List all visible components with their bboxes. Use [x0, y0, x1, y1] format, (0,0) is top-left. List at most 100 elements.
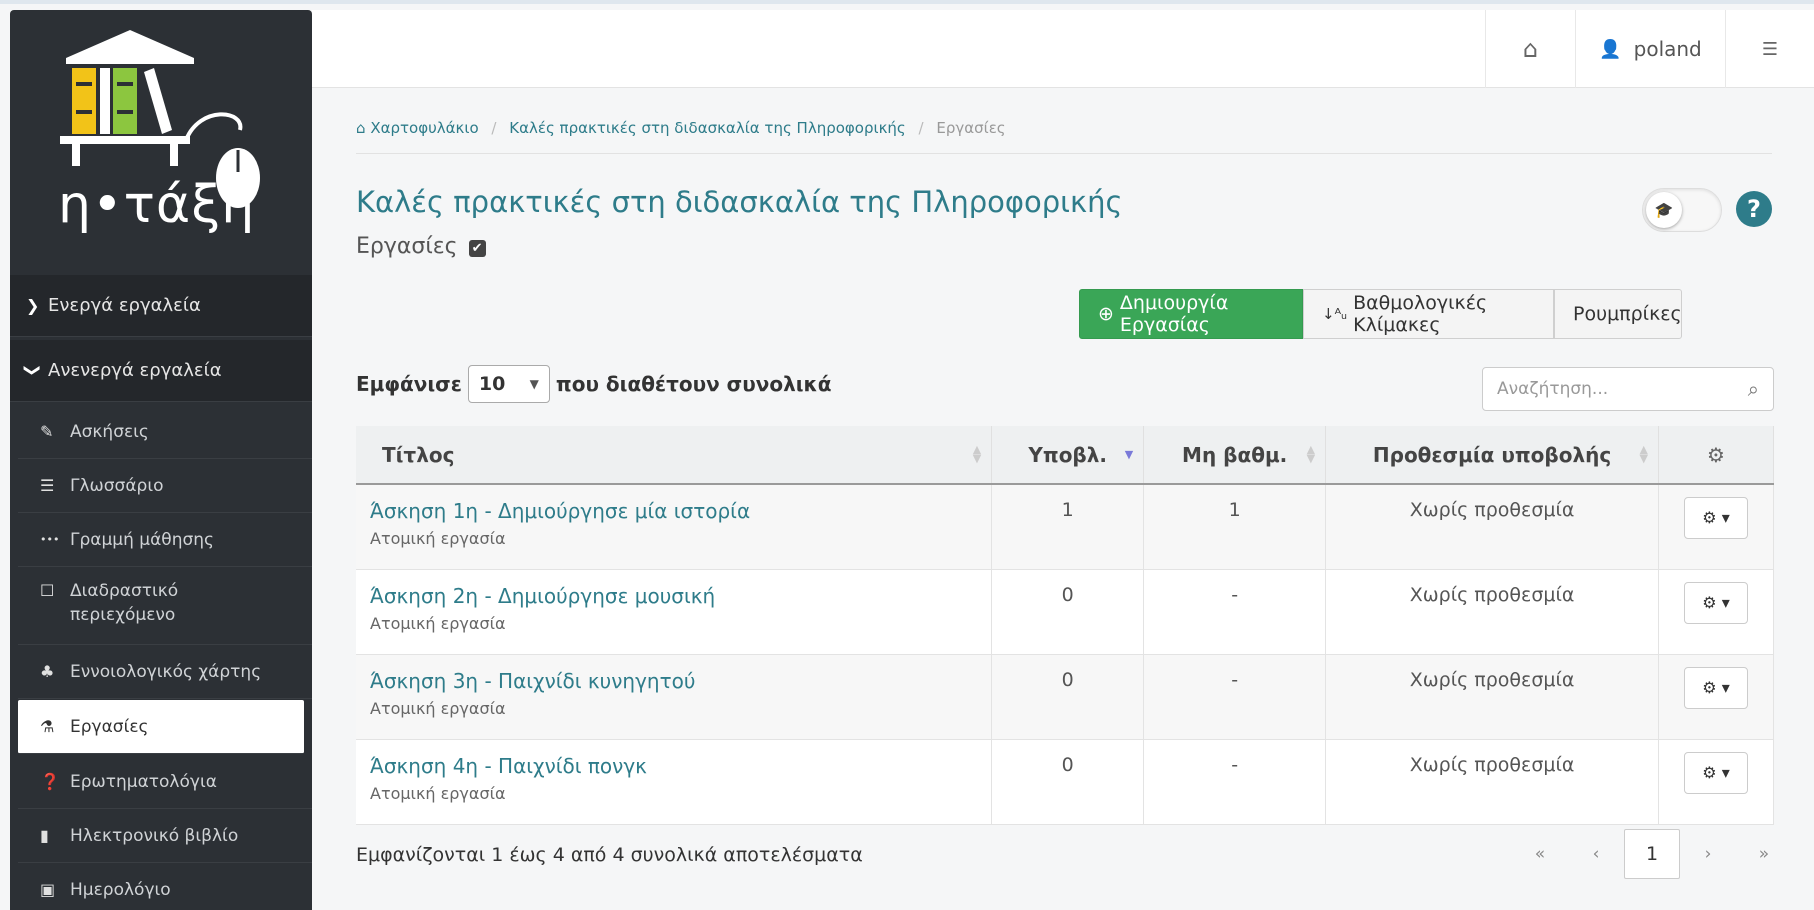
settings-button[interactable]: ☰ [1725, 10, 1814, 88]
sidebar-group-label: Ανενεργά εργαλεία [48, 360, 222, 381]
book-icon: ▮ [40, 826, 49, 845]
sidebar-item-concept-map[interactable]: ♣ Εννοιολογικός χάρτης [18, 645, 312, 699]
page-subtitle-text: Εργασίες [356, 234, 458, 259]
total-label: που διαθέτουν συνολικά [555, 372, 832, 396]
column-header-ungraded[interactable]: Μη βαθμ. ▲ ▼ [1143, 426, 1327, 485]
create-assignment-button[interactable]: ⊕ Δημιουργία Εργασίας [1079, 289, 1303, 339]
pagination-last[interactable]: » [1736, 829, 1792, 879]
cell-ungraded: 1 [1143, 484, 1327, 570]
main-content: ⌂ Χαρτοφυλάκιο / Καλές πρακτικές στη διδ… [312, 89, 1814, 910]
sidebar-item-label: Ημερολόγιο [70, 879, 171, 900]
sidebar-item-glossary[interactable]: ☰ Γλωσσάριο [18, 459, 312, 513]
row-actions-button[interactable]: ⚙ ▾ [1684, 581, 1748, 624]
divider [356, 153, 1772, 154]
sidebar-item-label: Ηλεκτρονικό βιβλίο [70, 825, 239, 846]
pagination-next[interactable]: › [1680, 829, 1736, 879]
sidebar-item-label: Εργασίες [70, 716, 149, 737]
breadcrumb-separator: / [491, 119, 497, 137]
search-icon: ⌕ [1747, 377, 1759, 401]
page-title[interactable]: Καλές πρακτικές στη διδασκαλία της Πληρο… [356, 185, 1122, 219]
cell-submissions: 0 [991, 654, 1145, 740]
cell-ungraded: - [1143, 569, 1327, 655]
row-actions-button[interactable]: ⚙ ▾ [1684, 751, 1748, 794]
assignment-type: Ατομική εργασία [370, 613, 506, 633]
sidebar-item-label: Ερωτηματολόγια [70, 771, 217, 792]
chevron-down-icon: ▼ [529, 377, 539, 391]
breadcrumb-portfolio[interactable]: Χαρτοφυλάκιο [370, 119, 478, 137]
assignments-table: Τίτλος ▲ ▼ Υποβλ. ▼ Μη βαθμ. ▲ ▼ Προθεσμία… [356, 426, 1774, 825]
cell-title: Άσκηση 1η - Δημιούργησε μία ιστορία Ατομ… [356, 484, 993, 570]
help-icon[interactable]: ? [1736, 191, 1772, 227]
column-header-submissions[interactable]: Υποβλ. ▼ [991, 426, 1145, 485]
sort-icon: ▲ ▼ [1639, 443, 1648, 465]
assignment-type: Ατομική εργασία [370, 698, 506, 718]
rubrics-button[interactable]: Ρουμπρίκες [1554, 289, 1682, 339]
pagination-first[interactable]: « [1512, 829, 1568, 879]
question-circle-icon: ❓ [40, 772, 60, 791]
chevron-right-icon: ❯ [26, 296, 40, 315]
row-actions-button[interactable]: ⚙ ▾ [1684, 666, 1748, 709]
sort-icon: ▲ ▼ [1306, 443, 1316, 465]
assignment-type: Ατομική εργασία [370, 783, 506, 803]
sidebar-item-label: Γραμμή μάθησης [70, 529, 215, 550]
home-icon: ⌂ [356, 119, 366, 137]
cell-title: Άσκηση 2η - Δημιούργησε μουσική Ατομική … [356, 569, 993, 655]
column-header-title[interactable]: Τίτλος ▲ ▼ [356, 426, 993, 485]
assignment-type: Ατομική εργασία [370, 529, 506, 548]
cell-actions: ⚙ ▾ [1658, 654, 1774, 740]
assignment-link[interactable]: Άσκηση 2η - Δημιούργησε μουσική [370, 584, 991, 608]
search-input[interactable]: Αναζήτηση... ⌕ [1482, 367, 1774, 411]
action-buttons: ⊕ Δημιουργία Εργασίας ↓ᴬᵤ Βαθμολογικές Κ… [1079, 289, 1682, 339]
list-icon: ☰ [40, 476, 55, 495]
assignment-link[interactable]: Άσκηση 1η - Δημιούργησε μία ιστορία [370, 499, 991, 523]
graduation-cap-icon: 🎓 [1646, 192, 1682, 228]
cell-title: Άσκηση 3η - Παιχνίδι κυνηγητού Ατομική ε… [356, 654, 993, 740]
sidebar-item-questionnaires[interactable]: ❓ Ερωτηματολόγια [18, 755, 312, 809]
search-placeholder: Αναζήτηση... [1497, 379, 1609, 399]
sliders-icon: ☰ [1761, 38, 1779, 60]
student-view-toggle[interactable]: 🎓 [1642, 188, 1722, 232]
sidebar-item-exercises[interactable]: ✎ Ασκήσεις [18, 405, 312, 459]
row-actions-button[interactable]: ⚙ ▾ [1684, 497, 1748, 539]
sort-alpha-icon: ↓ᴬᵤ [1322, 305, 1348, 323]
rubrics-label: Ρουμπρίκες [1573, 303, 1682, 325]
sidebar-group-inactive-tools[interactable]: ❯ Ανενεργά εργαλεία [10, 340, 312, 402]
sidebar-item-interactive-content[interactable]: ☐ Διαδραστικό περιεχόμενο [18, 567, 312, 645]
pagination: « ‹ 1 › » [1512, 829, 1792, 879]
sidebar-item-assignments[interactable]: ⚗ Εργασίες [18, 700, 304, 754]
plus-circle-icon: ⊕ [1098, 303, 1114, 325]
breadcrumb-course[interactable]: Καλές πρακτικές στη διδασκαλία της Πληρο… [509, 119, 905, 137]
ellipsis-icon: ••• [40, 533, 60, 546]
page-length-select[interactable]: 10 ▼ [467, 365, 550, 403]
assignment-link[interactable]: Άσκηση 3η - Παιχνίδι κυνηγητού [370, 669, 991, 693]
breadcrumb-separator: / [918, 119, 924, 137]
sidebar-item-calendar[interactable]: ▣ Ημερολόγιο [18, 863, 312, 910]
home-button[interactable]: ⌂ [1485, 10, 1575, 88]
table-row: Άσκηση 1η - Δημιούργησε μία ιστορία Ατομ… [356, 484, 1774, 570]
check-square-icon[interactable]: ✔ [468, 240, 486, 257]
page-length-control: Εμφάνισε 10 ▼ που διαθέτουν συνολικά [356, 365, 832, 403]
cell-deadline: Χωρίς προθεσμία [1325, 484, 1659, 570]
cell-submissions: 0 [991, 569, 1145, 655]
assignment-link[interactable]: Άσκηση 4η - Παιχνίδι πονγκ [370, 754, 991, 778]
logo-text: η•τάξη [58, 175, 256, 235]
sidebar-group-active-tools[interactable]: ❯ Ενεργά εργαλεία [10, 275, 312, 337]
cell-submissions: 1 [991, 484, 1145, 570]
pagination-current[interactable]: 1 [1624, 829, 1680, 879]
logo-graphic [60, 30, 260, 208]
sidebar-item-learning-path[interactable]: ••• Γραμμή μάθησης [18, 513, 312, 567]
breadcrumb-current: Εργασίες [936, 119, 1006, 137]
column-header-deadline[interactable]: Προθεσμία υποβολής ▲ ▼ [1325, 426, 1659, 485]
sidebar-item-ebook[interactable]: ▮ Ηλεκτρονικό βιβλίο [18, 809, 312, 863]
edit-icon: ✎ [40, 422, 54, 441]
user-menu[interactable]: 👤 poland [1575, 10, 1725, 88]
cell-deadline: Χωρίς προθεσμία [1325, 739, 1659, 825]
cell-deadline: Χωρίς προθεσμία [1325, 654, 1659, 740]
square-icon: ☐ [40, 581, 55, 600]
logo[interactable]: η•τάξη [10, 10, 312, 275]
grading-scales-button[interactable]: ↓ᴬᵤ Βαθμολογικές Κλίμακες [1303, 289, 1554, 339]
cell-actions: ⚙ ▾ [1658, 739, 1774, 825]
top-bar: ⌂ 👤 poland ☰ [312, 10, 1814, 88]
table-header-row: Τίτλος ▲ ▼ Υποβλ. ▼ Μη βαθμ. ▲ ▼ Προθεσμία… [356, 426, 1774, 485]
pagination-prev[interactable]: ‹ [1568, 829, 1624, 879]
